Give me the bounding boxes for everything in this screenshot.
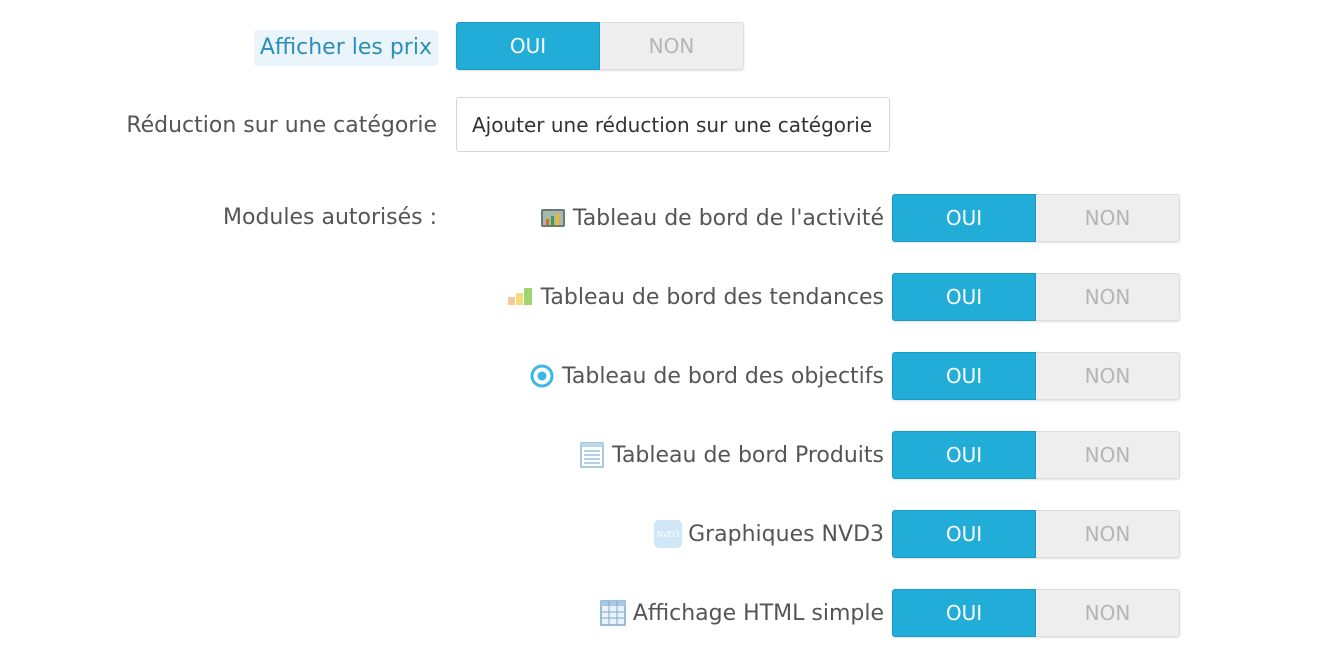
module-name: Affichage HTML simple bbox=[632, 600, 884, 626]
module-no-option[interactable]: NON bbox=[1036, 194, 1180, 242]
nvd3-icon-text: NVD3 bbox=[656, 529, 680, 539]
table-grid-icon bbox=[599, 599, 627, 627]
trends-dashboard-icon bbox=[507, 283, 535, 311]
nvd3-icon: NVD3 bbox=[654, 520, 683, 548]
category-discount-label: Réduction sur une catégorie bbox=[126, 113, 437, 138]
module-toggle-trends[interactable]: OUI NON bbox=[892, 273, 1180, 321]
module-name: Tableau de bord Produits bbox=[612, 442, 884, 468]
show-prices-yes-option[interactable]: OUI bbox=[456, 22, 600, 70]
module-name: Graphiques NVD3 bbox=[688, 521, 884, 547]
module-yes-option[interactable]: OUI bbox=[892, 273, 1036, 321]
module-toggle-products[interactable]: OUI NON bbox=[892, 431, 1180, 479]
module-no-option[interactable]: NON bbox=[1036, 431, 1180, 479]
module-toggle-html-table[interactable]: OUI NON bbox=[892, 589, 1180, 637]
module-no-option[interactable]: NON bbox=[1036, 589, 1180, 637]
module-row-nvd3: NVD3 Graphiques NVD3 bbox=[654, 510, 884, 558]
module-no-option[interactable]: NON bbox=[1036, 510, 1180, 558]
products-list-icon bbox=[578, 441, 606, 469]
goals-target-icon bbox=[528, 362, 556, 390]
module-toggle-activity[interactable]: OUI NON bbox=[892, 194, 1180, 242]
module-toggle-goals[interactable]: OUI NON bbox=[892, 352, 1180, 400]
module-name: Tableau de bord des objectifs bbox=[562, 363, 884, 389]
module-row-html-table: Affichage HTML simple bbox=[599, 589, 884, 637]
module-no-option[interactable]: NON bbox=[1036, 273, 1180, 321]
show-prices-no-option[interactable]: NON bbox=[600, 22, 744, 70]
module-yes-option[interactable]: OUI bbox=[892, 431, 1036, 479]
activity-dashboard-icon bbox=[539, 204, 567, 232]
module-yes-option[interactable]: OUI bbox=[892, 510, 1036, 558]
module-name: Tableau de bord des tendances bbox=[540, 284, 884, 310]
module-row-products: Tableau de bord Produits bbox=[578, 431, 884, 479]
module-name: Tableau de bord de l'activité bbox=[572, 205, 884, 231]
module-row-trends: Tableau de bord des tendances bbox=[507, 273, 884, 321]
module-row-activity: Tableau de bord de l'activité bbox=[539, 194, 884, 242]
module-no-option[interactable]: NON bbox=[1036, 352, 1180, 400]
module-yes-option[interactable]: OUI bbox=[892, 194, 1036, 242]
module-toggle-nvd3[interactable]: OUI NON bbox=[892, 510, 1180, 558]
module-yes-option[interactable]: OUI bbox=[892, 589, 1036, 637]
show-prices-toggle[interactable]: OUI NON bbox=[456, 22, 744, 70]
allowed-modules-label: Modules autorisés : bbox=[223, 205, 437, 230]
module-row-goals: Tableau de bord des objectifs bbox=[528, 352, 884, 400]
module-yes-option[interactable]: OUI bbox=[892, 352, 1036, 400]
add-category-discount-button[interactable]: Ajouter une réduction sur une catégorie bbox=[456, 97, 890, 152]
show-prices-label: Afficher les prix bbox=[253, 30, 438, 66]
